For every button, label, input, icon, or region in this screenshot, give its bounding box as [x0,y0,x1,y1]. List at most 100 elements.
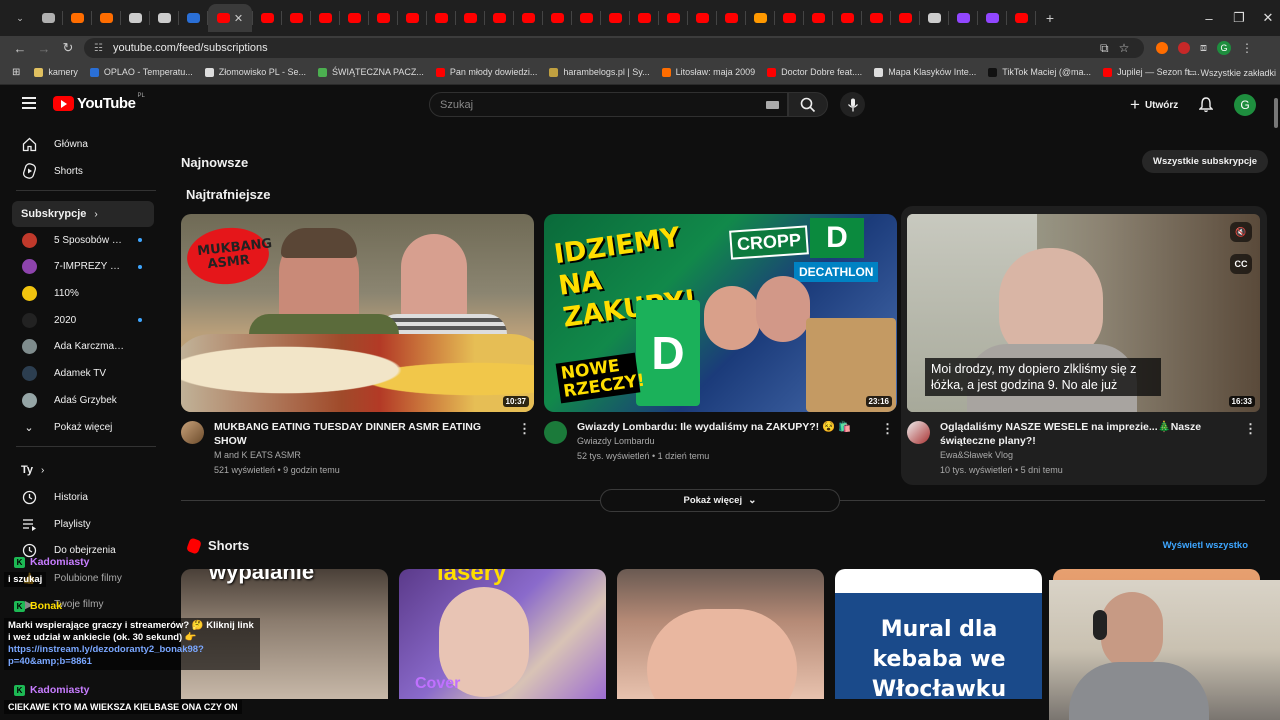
close-tab-icon[interactable]: ✕ [234,12,243,25]
channel-name[interactable]: Ewa&Sławek Vlog [940,450,1239,460]
all-subscriptions-button[interactable]: Wszystkie subskrypcje [1142,150,1269,173]
browser-tab[interactable] [485,4,513,32]
more-options-icon[interactable]: ⋮ [518,421,531,437]
tab-search-button[interactable]: ⌄ [6,4,34,32]
browser-tab[interactable] [92,4,120,32]
bookmark-star-icon[interactable]: ☆ [1119,41,1130,55]
menu-hamburger-icon[interactable] [22,97,36,109]
new-tab-button[interactable]: + [1036,4,1064,32]
browser-tab[interactable] [630,4,658,32]
maximize-button[interactable]: ❐ [1224,0,1254,36]
show-more-button[interactable]: Pokaż więcej ⌄ [600,489,840,512]
browser-tab[interactable] [253,4,281,32]
browser-tab[interactable] [978,4,1006,32]
sidebar-subscription-item[interactable]: Ada Karczmarczyk [12,334,152,360]
more-options-icon[interactable]: ⋮ [1244,421,1257,437]
bookmark-item[interactable]: OPLAO - Temperatu... [89,67,193,77]
channel-avatar[interactable] [181,421,204,444]
browser-tab[interactable] [34,4,62,32]
browser-tab[interactable] [398,4,426,32]
puzzle-icon[interactable]: ⧈ [1200,42,1207,55]
bookmark-item[interactable]: Złomowisko PL - Se... [204,67,306,77]
channel-name[interactable]: Gwiazdy Lombardu [577,436,876,446]
voice-search-button[interactable] [840,92,865,117]
browser-tab[interactable] [282,4,310,32]
browser-tab[interactable] [572,4,600,32]
bookmark-item[interactable]: TikTok Maciej (@ma... [988,67,1091,77]
video-title[interactable]: Gwiazdy Lombardu: Ile wydaliśmy na ZAKUP… [577,420,876,434]
bookmark-item[interactable]: Mapa Klasyków Inte... [874,67,976,77]
browser-tab[interactable] [427,4,455,32]
install-app-icon[interactable]: ⧉ [1100,41,1109,56]
you-header[interactable]: Ty › [12,457,154,483]
more-options-icon[interactable]: ⋮ [881,421,894,437]
browser-tab[interactable] [775,4,803,32]
browser-tab[interactable] [804,4,832,32]
sidebar-subscription-item[interactable]: 2020 [12,307,152,333]
search-button[interactable] [788,92,828,117]
sidebar-item-home[interactable]: Główna [12,131,152,157]
sidebar-subscription-item[interactable]: Adaś Grzybek [12,387,152,413]
extension-icon[interactable] [1178,42,1190,54]
create-button[interactable]: + Utwórz [1122,93,1186,117]
sidebar-subscription-item[interactable]: 7-IMPREZY ELBL... [12,254,152,280]
short-card[interactable]: lasery Cover [399,569,606,699]
browser-tab[interactable] [311,4,339,32]
view-all-shorts-link[interactable]: Wyświetl wszystko [1163,540,1248,551]
channel-name[interactable]: M and K EATS ASMR [214,450,513,460]
all-bookmarks-button[interactable]: ▭ Wszystkie zakładki [1188,60,1276,85]
minimize-button[interactable]: – [1194,0,1224,36]
browser-tab[interactable] [746,4,774,32]
browser-tab[interactable] [543,4,571,32]
site-info-icon[interactable]: ☷ [94,43,103,54]
video-title[interactable]: Oglądaliśmy NASZE WESELE na imprezie...🎄… [940,420,1239,448]
browser-tab[interactable] [717,4,745,32]
extension-icon[interactable] [1156,42,1168,54]
video-title[interactable]: MUKBANG EATING TUESDAY DINNER ASMR EATIN… [214,420,513,448]
bookmark-item[interactable]: Litosław: maja 2009 [661,67,755,77]
browser-tab[interactable] [601,4,629,32]
account-avatar[interactable]: G [1234,94,1256,116]
video-card[interactable]: MUKBANG ASMR 10:37 MUKBANG EATING TUESDA… [181,214,535,475]
short-card[interactable] [617,569,824,699]
video-thumbnail[interactable]: IDZIEMY NA ZAKUPY! CROPP D DECATHLON D N… [544,214,897,412]
browser-tab[interactable] [179,4,207,32]
bookmark-item[interactable]: Jupilej — Sezon ft.... [1103,67,1200,77]
browser-tab[interactable] [121,4,149,32]
browser-tab[interactable] [340,4,368,32]
browser-tab[interactable] [688,4,716,32]
menu-icon[interactable]: ⋮ [1241,41,1253,55]
browser-tab[interactable]: ✕ [208,4,252,32]
channel-avatar[interactable] [544,421,567,444]
browser-tab[interactable] [63,4,91,32]
browser-tab[interactable] [456,4,484,32]
bookmark-item[interactable]: kamery [34,67,78,77]
browser-tab[interactable] [659,4,687,32]
profile-avatar[interactable]: G [1217,41,1231,55]
browser-tab[interactable] [1007,4,1035,32]
forward-icon[interactable]: → [32,36,56,60]
browser-tab[interactable] [833,4,861,32]
sidebar-show-more[interactable]: ⌄ Pokaż więcej [12,414,152,440]
video-thumbnail[interactable]: MUKBANG ASMR 10:37 [181,214,534,412]
subtitles-icon[interactable]: CC [1230,254,1252,274]
chat-link[interactable]: https://instream.ly/dezodoranty2_bonak98… [8,644,204,667]
close-window-button[interactable]: ✕ [1253,0,1280,36]
sidebar-item-history[interactable]: Historia [12,484,152,510]
browser-tab[interactable] [949,4,977,32]
sidebar-subscription-item[interactable]: Adamek TV [12,361,152,387]
search-input[interactable]: Szukaj [429,92,788,117]
video-card[interactable]: Moi drodzy, my dopiero zlkliśmy się z łó… [907,214,1261,475]
subscriptions-header[interactable]: Subskrypcje › [12,201,154,227]
page-scrollbar[interactable] [1274,98,1278,128]
browser-tab[interactable] [891,4,919,32]
browser-tab[interactable] [920,4,948,32]
mute-icon[interactable]: 🔇 [1230,222,1252,242]
short-card[interactable]: Mural dla kebaba we Włocławku [835,569,1042,699]
keyboard-icon[interactable] [766,101,779,109]
notifications-bell-icon[interactable] [1196,95,1216,115]
back-icon[interactable]: ← [8,36,32,60]
apps-icon[interactable]: ⊞ [12,67,20,78]
sidebar-subscription-item[interactable]: 5 Sposobów na... [12,227,152,253]
bookmark-item[interactable]: Doctor Dobre feat.... [767,67,862,77]
